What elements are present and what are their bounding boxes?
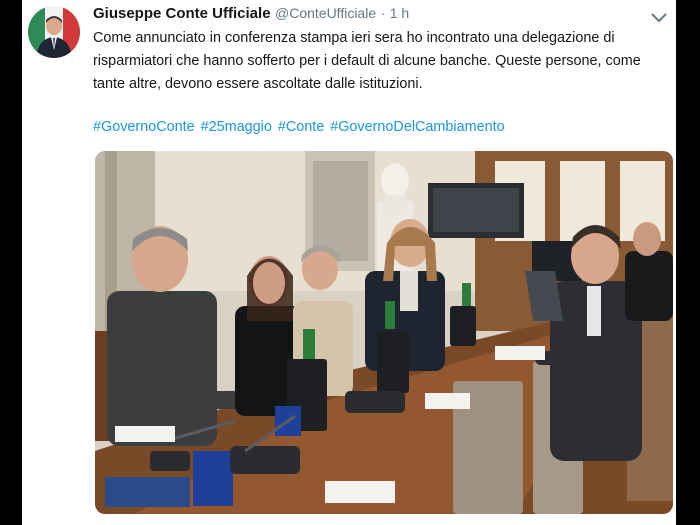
avatar[interactable] — [28, 6, 80, 58]
chevron-down-icon[interactable] — [650, 10, 668, 23]
author-handle[interactable]: @ConteUfficiale — [275, 5, 376, 21]
hashtag-link[interactable]: #25maggio — [201, 119, 272, 135]
tweet-text: Come annunciato in conferenza stampa ier… — [93, 30, 641, 92]
tweet-header: Giuseppe Conte Ufficiale @ConteUfficiale… — [93, 5, 676, 27]
hashtag-link[interactable]: #GovernoDelCambiamento — [330, 119, 504, 135]
timestamp[interactable]: 1 h — [390, 5, 409, 21]
separator-dot: · — [380, 5, 386, 21]
tweet-photo[interactable] — [95, 151, 673, 514]
tweet-card: Giuseppe Conte Ufficiale @ConteUfficiale… — [22, 0, 676, 525]
author-name[interactable]: Giuseppe Conte Ufficiale — [93, 5, 271, 22]
hashtag-link[interactable]: #Conte — [278, 119, 324, 135]
hashtag-list: #GovernoConte #25maggio #Conte #GovernoD… — [93, 119, 507, 135]
hashtag-link[interactable]: #GovernoConte — [93, 119, 195, 135]
